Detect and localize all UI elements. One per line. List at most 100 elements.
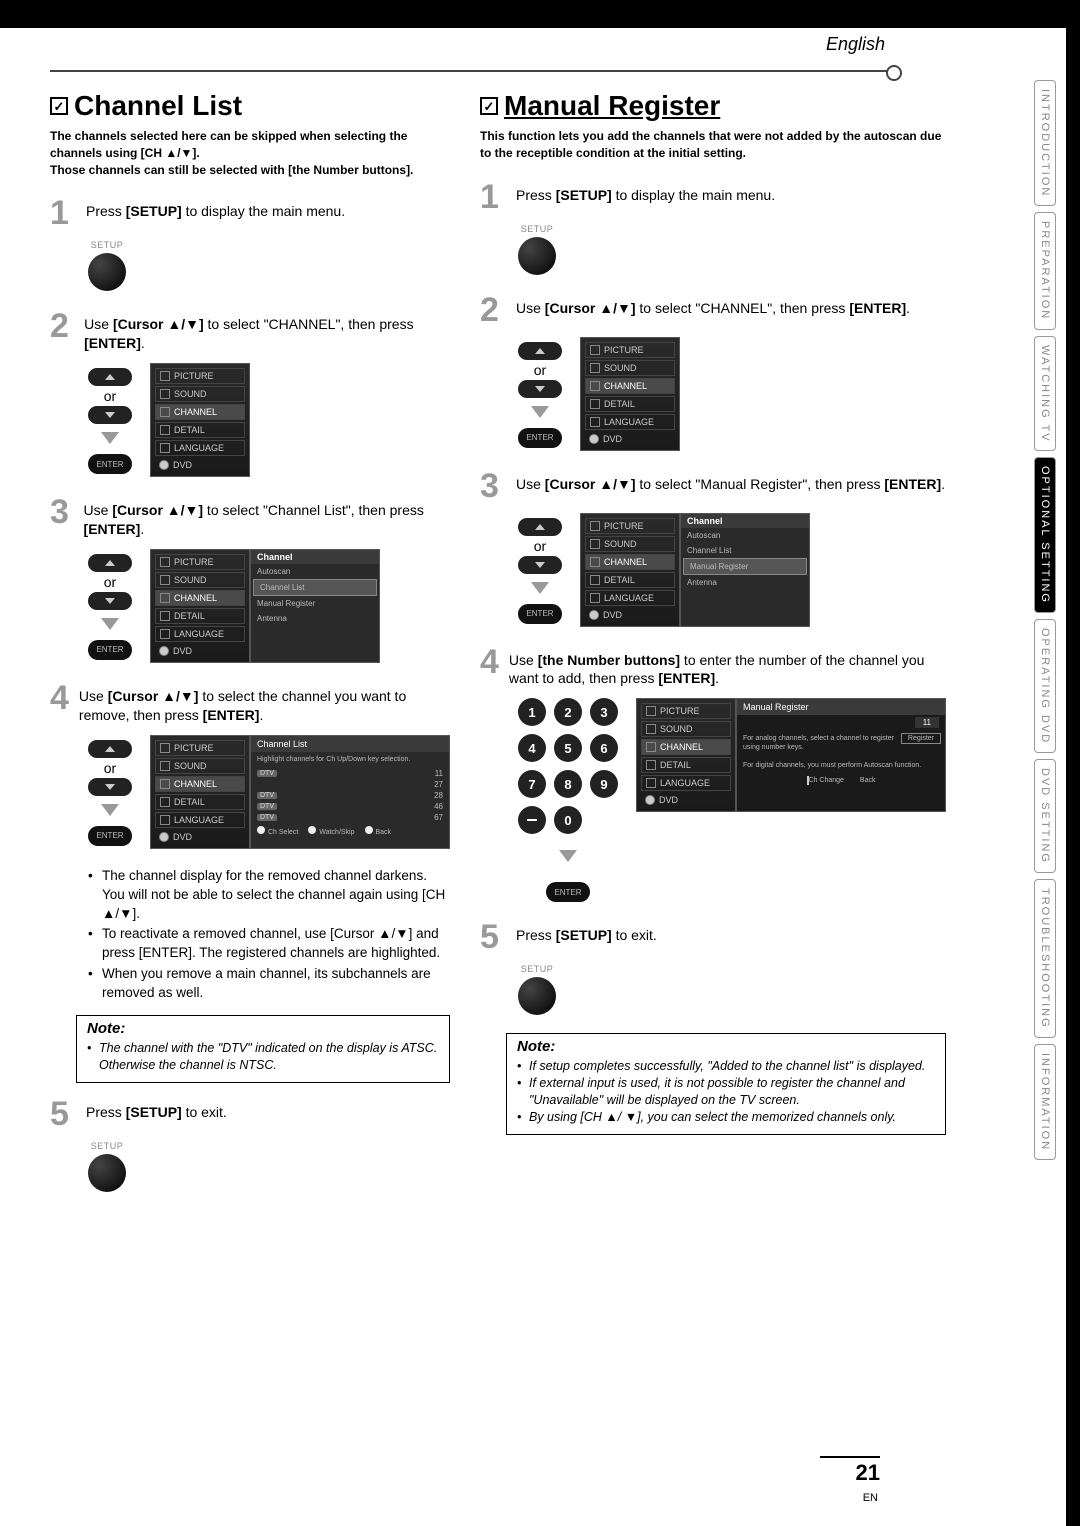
numkey: 0 bbox=[554, 806, 582, 834]
numkey-dash bbox=[518, 806, 546, 834]
setup-button-icon bbox=[518, 237, 556, 275]
tab-preparation[interactable]: PREPARATION bbox=[1034, 212, 1056, 329]
step-text: Press [SETUP] to display the main menu. bbox=[516, 180, 775, 205]
cursor-buttons: or ENTER bbox=[518, 340, 562, 448]
step-number: 1 bbox=[50, 196, 76, 230]
or-label: or bbox=[104, 388, 116, 404]
step-5: 5 Press [SETUP] to exit. bbox=[480, 920, 946, 954]
step-2: 2 Use [Cursor ▲/▼] to select "CHANNEL", … bbox=[480, 293, 946, 327]
enter-button-icon: ENTER bbox=[88, 454, 132, 474]
tab-troubleshooting[interactable]: TROUBLESHOOTING bbox=[1034, 879, 1056, 1038]
numkey: 8 bbox=[554, 770, 582, 798]
note-item: By using [CH ▲/ ▼], you can select the m… bbox=[517, 1109, 935, 1126]
bullet-item: The channel display for the removed chan… bbox=[88, 867, 450, 924]
tab-optional-setting[interactable]: OPTIONAL SETTING bbox=[1034, 457, 1056, 613]
cursor-buttons: or ENTER bbox=[88, 738, 132, 846]
page-lang-code: EN bbox=[863, 1492, 878, 1504]
osd-channel-submenu-r: PICTURE SOUND CHANNEL DETAIL LANGUAGE DV… bbox=[580, 513, 810, 627]
channel-number-field: 11 bbox=[915, 717, 939, 728]
enter-button-icon: ENTER bbox=[518, 428, 562, 448]
osd-item-picture: PICTURE bbox=[155, 368, 245, 384]
step-number: 4 bbox=[50, 681, 69, 715]
page-number: 21 bbox=[856, 1460, 880, 1486]
osd-channel-submenu: PICTURE SOUND CHANNEL DETAIL LANGUAGE DV… bbox=[150, 549, 380, 663]
cursor-down-icon bbox=[518, 380, 562, 398]
decoration-top-bar bbox=[0, 0, 1080, 28]
note-item: If external input is used, it is not pos… bbox=[517, 1075, 935, 1109]
language-label: English bbox=[826, 34, 885, 55]
panel-row: DTV67 bbox=[251, 812, 449, 823]
numkey: 1 bbox=[518, 698, 546, 726]
setup-button-icon bbox=[88, 1154, 126, 1192]
or-label: or bbox=[104, 760, 116, 776]
or-label: or bbox=[534, 362, 546, 378]
cursor-buttons: or ENTER bbox=[518, 516, 562, 624]
cursor-up-icon bbox=[88, 740, 132, 758]
osd-item-sound: SOUND bbox=[155, 386, 245, 402]
numkey: 2 bbox=[554, 698, 582, 726]
step-5: 5 Press [SETUP] to exit. bbox=[50, 1097, 450, 1131]
numkey: 4 bbox=[518, 734, 546, 762]
tab-introduction[interactable]: INTRODUCTION bbox=[1034, 80, 1056, 206]
submenu-item: Antenna bbox=[681, 575, 809, 590]
step-4: 4 Use [the Number buttons] to enter the … bbox=[480, 645, 946, 689]
title-text: Manual Register bbox=[504, 90, 720, 122]
decoration-right-bar bbox=[1066, 0, 1080, 1526]
triangle-down-icon bbox=[531, 406, 549, 418]
step-text: Use [Cursor ▲/▼] to select "CHANNEL", th… bbox=[84, 309, 450, 353]
osd-left: PICTURE SOUND CHANNEL DETAIL LANGUAGE DV… bbox=[150, 549, 250, 663]
step-number: 1 bbox=[480, 180, 506, 214]
triangle-down-icon bbox=[559, 850, 577, 862]
step-number: 2 bbox=[50, 309, 74, 343]
step-4: 4 Use [Cursor ▲/▼] to select the channel… bbox=[50, 681, 450, 725]
osd-main-menu: PICTURE SOUND CHANNEL DETAIL LANGUAGE DV… bbox=[580, 337, 680, 451]
step-number: 3 bbox=[480, 469, 506, 503]
note-box: Note: The channel with the "DTV" indicat… bbox=[76, 1015, 450, 1083]
enter-button-icon: ENTER bbox=[88, 640, 132, 660]
intro-line2: Those channels can still be selected wit… bbox=[50, 163, 413, 177]
submenu-item: Autoscan bbox=[251, 564, 379, 579]
page-number-rule bbox=[820, 1456, 880, 1458]
diagram-setup-5r: SETUP bbox=[518, 964, 946, 1015]
intro-text: The channels selected here can be skippe… bbox=[50, 128, 450, 178]
panel-row: DTV28 bbox=[251, 790, 449, 801]
osd-register-panel: PICTURE SOUND CHANNEL DETAIL LANGUAGE DV… bbox=[636, 698, 946, 812]
cursor-down-icon bbox=[88, 406, 132, 424]
cursor-up-icon bbox=[518, 518, 562, 536]
enter-button-icon: ENTER bbox=[546, 882, 590, 902]
triangle-down-icon bbox=[101, 618, 119, 630]
panel-header: Channel List bbox=[251, 736, 449, 752]
col-channel-list: ✓ Channel List The channels selected her… bbox=[50, 90, 450, 1210]
col-manual-register: ✓ Manual Register This function lets you… bbox=[480, 90, 946, 1210]
step-number: 2 bbox=[480, 293, 506, 327]
diagram-setup-1: SETUP bbox=[88, 240, 450, 291]
tab-information[interactable]: INFORMATION bbox=[1034, 1044, 1056, 1160]
submenu-header: Channel bbox=[681, 514, 809, 528]
channel-list-panel: Channel List Highlight channels for Ch U… bbox=[250, 735, 450, 849]
osd-item-dvd: DVD bbox=[155, 458, 245, 472]
panel-hint: Highlight channels for Ch Up/Down key se… bbox=[251, 752, 449, 768]
diagram-cursor-4: or ENTER PICTURE SOUND CHANNEL DETAIL LA… bbox=[88, 735, 450, 849]
note-item: The channel with the "DTV" indicated on … bbox=[87, 1040, 439, 1074]
section-title-manual-register: ✓ Manual Register bbox=[480, 90, 946, 122]
cursor-down-icon bbox=[88, 592, 132, 610]
bullet-item: To reactivate a removed channel, use [Cu… bbox=[88, 925, 450, 963]
submenu-item: Channel List bbox=[681, 543, 809, 558]
tab-operating-dvd[interactable]: OPERATING DVD bbox=[1034, 619, 1056, 753]
number-pad: 1 2 3 4 5 6 7 8 9 0 bbox=[518, 698, 618, 834]
osd-item-language: LANGUAGE bbox=[155, 440, 245, 456]
diagram-cursor-3: or ENTER PICTURE SOUND CHANNEL DETAIL LA… bbox=[88, 549, 450, 663]
page: English INTRODUCTION PREPARATION WATCHIN… bbox=[0, 0, 1080, 1526]
note-item: If setup completes successfully, "Added … bbox=[517, 1058, 935, 1075]
manual-register-panel: Manual Register 11 Register For analog c… bbox=[736, 698, 946, 812]
step-2: 2 Use [Cursor ▲/▼] to select "CHANNEL", … bbox=[50, 309, 450, 353]
cursor-down-icon bbox=[518, 556, 562, 574]
tab-watching-tv[interactable]: WATCHING TV bbox=[1034, 336, 1056, 452]
diagram-cursor-2: or ENTER PICTURE SOUND CHANNEL DETAIL LA… bbox=[88, 363, 450, 477]
checkbox-icon: ✓ bbox=[480, 97, 498, 115]
numkey: 5 bbox=[554, 734, 582, 762]
numkey: 6 bbox=[590, 734, 618, 762]
osd-item-detail: DETAIL bbox=[155, 422, 245, 438]
tab-dvd-setting[interactable]: DVD SETTING bbox=[1034, 759, 1056, 873]
step-text: Use [Cursor ▲/▼] to select "CHANNEL", th… bbox=[516, 293, 910, 318]
